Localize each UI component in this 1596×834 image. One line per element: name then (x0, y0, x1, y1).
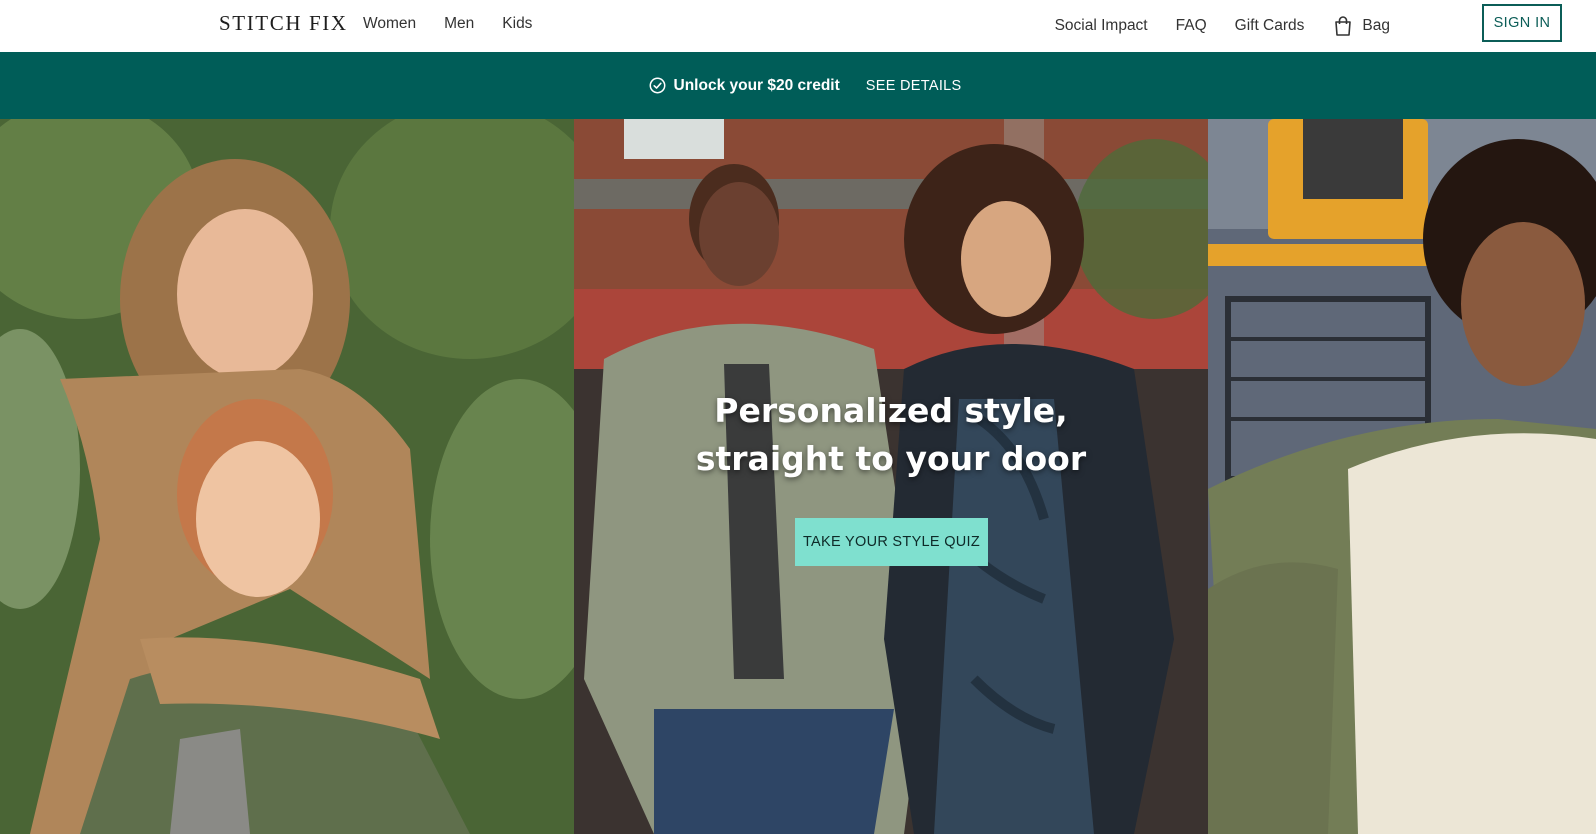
logo[interactable]: STITCH FIX (219, 11, 348, 36)
shopping-bag-icon (1332, 15, 1354, 37)
hero-headline: Personalized style, straight to your doo… (574, 387, 1208, 483)
nav-social-impact[interactable]: Social Impact (1055, 17, 1148, 35)
hero-headline-line-1: Personalized style, (714, 391, 1068, 430)
check-circle-icon (649, 77, 666, 94)
see-details-link[interactable]: SEE DETAILS (866, 78, 962, 94)
bag-link[interactable]: Bag (1332, 15, 1390, 37)
nav-women[interactable]: Women (363, 15, 416, 33)
secondary-nav: Social Impact FAQ Gift Cards Bag (1055, 15, 1390, 37)
hero-photo-left (0, 119, 574, 834)
hero-headline-line-2: straight to your door (695, 439, 1087, 478)
promo-banner: Unlock your $20 credit SEE DETAILS (0, 52, 1596, 119)
nav-gift-cards[interactable]: Gift Cards (1235, 17, 1305, 35)
primary-nav: Women Men Kids (363, 15, 532, 33)
style-quiz-button[interactable]: TAKE YOUR STYLE QUIZ (795, 518, 988, 566)
bag-label: Bag (1362, 17, 1390, 34)
sign-in-button[interactable]: SIGN IN (1482, 4, 1562, 42)
nav-kids[interactable]: Kids (502, 15, 532, 33)
hero-photo-right (1208, 119, 1596, 834)
nav-faq[interactable]: FAQ (1176, 17, 1207, 35)
promo-content: Unlock your $20 credit SEE DETAILS (649, 77, 962, 95)
nav-men[interactable]: Men (444, 15, 474, 33)
promo-text: Unlock your $20 credit (673, 76, 840, 94)
site-header: STITCH FIX Women Men Kids Social Impact … (0, 0, 1596, 52)
hero: Personalized style, straight to your doo… (0, 119, 1596, 834)
